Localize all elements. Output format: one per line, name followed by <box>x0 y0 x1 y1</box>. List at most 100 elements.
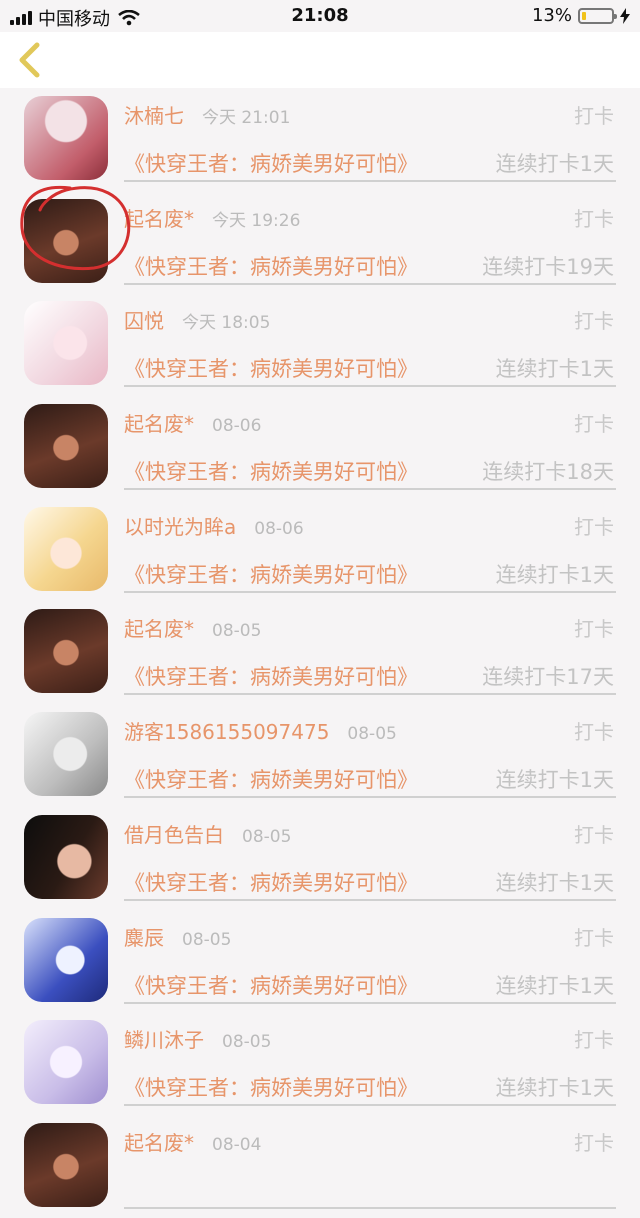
user-name[interactable]: 沐楠七 今天 21:01 <box>124 100 290 129</box>
list-item[interactable]: 起名废* 08-06 打卡《快穿王者：病娇美男好可怕》 连续打卡18天 <box>0 396 640 499</box>
user-name-text: 起名废* <box>124 617 194 642</box>
list-item[interactable]: 起名废* 08-05 打卡《快穿王者：病娇美男好可怕》 连续打卡17天 <box>0 601 640 704</box>
streak-count: 连续打卡1天 <box>495 1076 614 1101</box>
user-name-text: 鳞川沐子 <box>124 1028 204 1053</box>
streak-count: 连续打卡1天 <box>495 152 614 176</box>
avatar[interactable] <box>24 609 108 694</box>
list-item[interactable]: 麋辰 08-05 打卡《快穿王者：病娇美男好可怕》 连续打卡1天 <box>0 910 640 1013</box>
divider <box>124 693 616 696</box>
divider <box>124 590 616 593</box>
back-button[interactable] <box>10 40 50 80</box>
book-title[interactable]: 《快穿王者：病娇美男好可怕》 <box>124 251 418 281</box>
streak-count: 连续打卡1天 <box>495 768 614 793</box>
user-name[interactable]: 借月色告白 08-05 <box>124 819 291 848</box>
checkin-time: 08-05 <box>182 929 232 950</box>
divider <box>124 385 616 388</box>
checkin-label: 打卡 <box>574 309 614 334</box>
list-item[interactable]: 游客1586155097475 08-05 打卡 《快穿王者：病娇美男好可怕》 连续打卡… <box>0 704 640 807</box>
avatar[interactable] <box>24 814 108 899</box>
checkin-label: 打卡 <box>574 1028 614 1053</box>
streak-count: 连续打卡19天 <box>482 254 614 279</box>
checkin-time: 今天 19:26 <box>212 210 301 231</box>
user-name[interactable]: 以时光为眸a 08-06 <box>124 511 304 540</box>
list-item[interactable]: 沐楠七 今天 21:01 打卡《快穿王者：病娇美男好可怕》 连续打卡1天 <box>0 88 640 191</box>
streak-count: 连续打卡18天 <box>482 460 614 485</box>
book-title[interactable]: 《快穿王者：病娇美男好可怕》 <box>124 764 418 794</box>
battery-icon <box>578 7 617 24</box>
chevron-left-icon <box>19 42 40 78</box>
avatar[interactable] <box>24 917 108 1002</box>
book-title[interactable]: 《快穿王者：病娇美男好可怕》 <box>124 1072 418 1102</box>
divider <box>124 1206 616 1209</box>
book-title[interactable]: 《快穿王者：病娇美男好可怕》 <box>124 970 418 1000</box>
avatar[interactable] <box>24 506 108 591</box>
streak-count: 连续打卡1天 <box>495 357 614 382</box>
user-name[interactable]: 起名废* 08-05 <box>124 613 261 642</box>
divider <box>124 488 616 491</box>
charging-icon <box>620 7 630 24</box>
list-item[interactable]: 借月色告白 08-05 打卡《快穿王者：病娇美男好可怕》 连续打卡1天 <box>0 807 640 910</box>
divider <box>124 796 616 799</box>
user-name[interactable]: 囚悦 今天 18:05 <box>124 305 270 334</box>
checkin-label: 打卡 <box>574 206 614 231</box>
user-name-text: 借月色告白 <box>124 822 224 847</box>
divider <box>124 898 616 901</box>
avatar[interactable] <box>24 301 108 386</box>
divider <box>124 282 616 285</box>
user-name-text: 麋辰 <box>124 925 164 950</box>
checkin-time: 08-05 <box>242 826 292 847</box>
list-item[interactable]: 鳞川沐子 08-05 打卡《快穿王者：病娇美男好可怕》 连续打卡1天 <box>0 1012 640 1115</box>
user-name-text: 起名废* <box>124 1130 194 1155</box>
checkin-time: 08-06 <box>254 518 304 539</box>
nav-bar <box>0 32 640 88</box>
list-item[interactable]: 囚悦 今天 18:05 打卡《快穿王者：病娇美男好可怕》 连续打卡1天 <box>0 293 640 396</box>
status-bar: 中国移动 21:08 13% <box>0 0 640 32</box>
user-name-text: 起名废* <box>124 412 194 437</box>
list-item[interactable]: 起名废* 08-04 打卡 <box>0 1115 640 1218</box>
checkin-time: 08-05 <box>222 1032 272 1053</box>
user-name-text: 囚悦 <box>124 309 164 334</box>
book-title[interactable]: 《快穿王者：病娇美男好可怕》 <box>124 867 418 897</box>
avatar[interactable] <box>24 96 108 180</box>
avatar[interactable] <box>24 1122 108 1207</box>
streak-count: 连续打卡1天 <box>495 973 614 998</box>
checkin-list: 沐楠七 今天 21:01 打卡 《快穿王者：病娇美男好可怕》 连续打卡1天 起名废* 今天 … <box>0 88 640 1218</box>
user-name-text: 以时光为眸a <box>124 514 237 539</box>
status-right: 13% <box>532 5 630 26</box>
checkin-time: 08-05 <box>347 724 397 745</box>
avatar[interactable] <box>24 198 108 283</box>
book-title[interactable]: 《快穿王者：病娇美男好可怕》 <box>124 456 418 486</box>
checkin-label: 打卡 <box>574 514 614 539</box>
checkin-label: 打卡 <box>574 1130 614 1155</box>
list-item[interactable]: 起名废* 今天 19:26 打卡《快穿王者：病娇美男好可怕》 连续打卡19天 <box>0 191 640 294</box>
checkin-label: 打卡 <box>574 925 614 950</box>
avatar[interactable] <box>24 404 108 489</box>
book-title[interactable]: 《快穿王者：病娇美男好可怕》 <box>124 559 418 589</box>
checkin-label: 打卡 <box>574 617 614 642</box>
checkin-label: 打卡 <box>574 412 614 437</box>
streak-count: 连续打卡1天 <box>495 870 614 895</box>
user-name-text: 沐楠七 <box>124 104 184 128</box>
user-name-text: 游客1586155097475 <box>124 720 330 745</box>
battery-percent: 13% <box>531 5 572 26</box>
book-title[interactable]: 《快穿王者：病娇美男好可怕》 <box>124 353 418 383</box>
user-name[interactable]: 起名废* 今天 19:26 <box>124 203 300 232</box>
divider <box>124 1104 616 1107</box>
user-name[interactable]: 起名废* 08-06 <box>124 408 261 437</box>
avatar[interactable] <box>24 712 108 797</box>
checkin-time: 08-05 <box>212 621 262 642</box>
avatar[interactable] <box>24 1020 108 1105</box>
checkin-time: 08-06 <box>212 416 262 437</box>
user-name[interactable]: 游客1586155097475 08-05 <box>124 716 397 745</box>
streak-count: 连续打卡1天 <box>495 562 614 587</box>
checkin-label: 打卡 <box>574 104 614 128</box>
book-title[interactable]: 《快穿王者：病娇美男好可怕》 <box>124 148 418 178</box>
user-name[interactable]: 鳞川沐子 08-05 <box>124 1024 271 1053</box>
user-name[interactable]: 起名废* 08-04 <box>124 1127 261 1156</box>
checkin-time: 今天 18:05 <box>182 313 271 334</box>
checkin-label: 打卡 <box>574 822 614 847</box>
book-title[interactable]: 《快穿王者：病娇美男好可怕》 <box>124 661 418 691</box>
user-name[interactable]: 麋辰 08-05 <box>124 922 231 951</box>
streak-count: 连续打卡17天 <box>482 665 614 690</box>
list-item[interactable]: 以时光为眸a 08-06 打卡《快穿王者：病娇美男好可怕》 连续打卡1天 <box>0 499 640 602</box>
